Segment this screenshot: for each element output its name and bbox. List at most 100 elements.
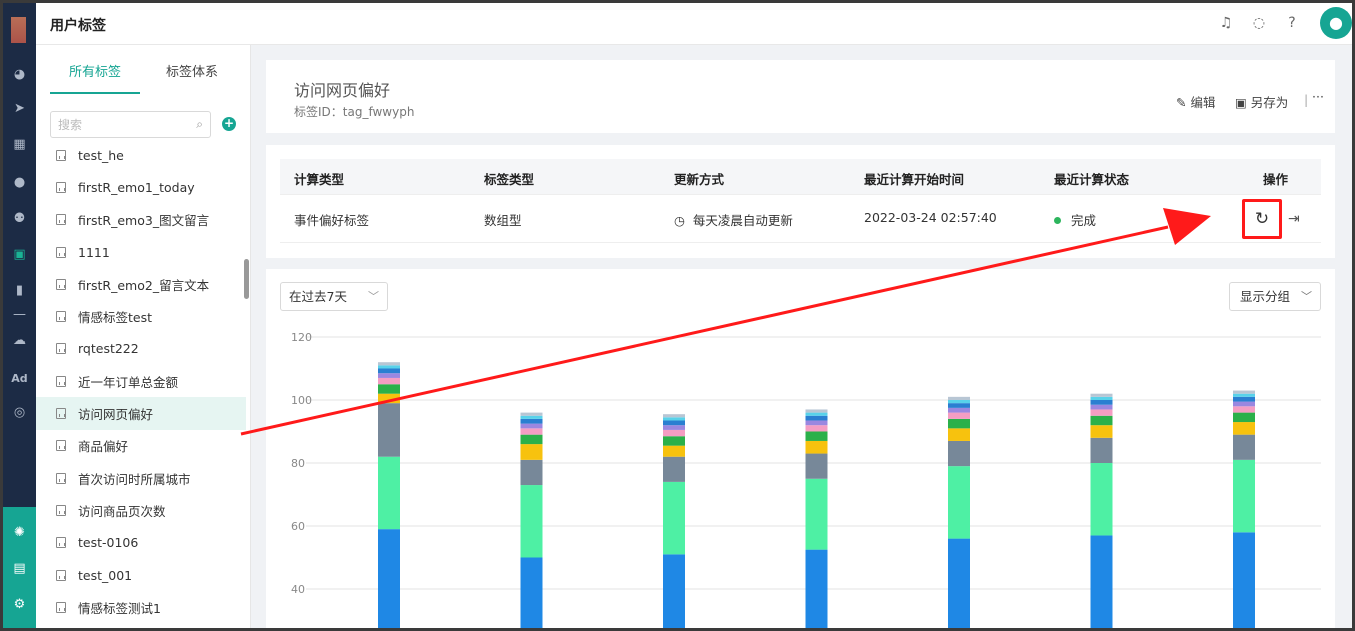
- bar-segment[interactable]: [520, 412, 543, 416]
- layout-icon[interactable]: ▦: [3, 131, 36, 157]
- list-item[interactable]: 情感标签test: [36, 300, 246, 332]
- bar-segment[interactable]: [378, 456, 400, 530]
- bar-segment[interactable]: [1233, 459, 1255, 533]
- bar-segment[interactable]: [520, 557, 543, 629]
- bar-segment[interactable]: [520, 418, 543, 424]
- bar-segment[interactable]: [805, 478, 828, 550]
- export-icon[interactable]: ⇥: [1288, 211, 1300, 227]
- tab-all-tags[interactable]: 所有标签: [69, 61, 121, 80]
- bar-segment[interactable]: [663, 436, 685, 446]
- bar-segment[interactable]: [1233, 422, 1255, 435]
- date-range-select[interactable]: 在过去7天 ﹀: [280, 282, 388, 311]
- scrollbar[interactable]: [244, 259, 249, 299]
- bar-segment[interactable]: [520, 415, 543, 419]
- bar-segment[interactable]: [378, 377, 400, 385]
- list-item[interactable]: firstR_emo3_图文留言: [36, 204, 246, 236]
- bar-segment[interactable]: [1233, 390, 1255, 394]
- bar-segment[interactable]: [1233, 393, 1255, 397]
- bar-segment[interactable]: [948, 403, 970, 408]
- list-item[interactable]: 访问商品页次数: [36, 494, 246, 526]
- bar-segment[interactable]: [520, 459, 543, 486]
- list-item[interactable]: firstR_emo2_留言文本: [36, 268, 246, 300]
- show-group-button[interactable]: 显示分组 ﹀: [1229, 282, 1321, 311]
- save-as-button[interactable]: ▣ 另存为: [1235, 92, 1288, 111]
- list-item[interactable]: 首次访问时所属城市: [36, 462, 246, 494]
- list-item[interactable]: test-0106: [36, 527, 246, 559]
- bar-segment[interactable]: [948, 466, 970, 539]
- bar-segment[interactable]: [805, 453, 828, 479]
- bar-segment[interactable]: [1090, 535, 1113, 628]
- bar-segment[interactable]: [805, 425, 828, 432]
- bar-segment[interactable]: [1090, 425, 1113, 438]
- list-item[interactable]: rqtest222: [36, 333, 246, 365]
- users-icon[interactable]: ⚉: [3, 205, 36, 231]
- bar-segment[interactable]: [1090, 409, 1113, 416]
- bar-segment[interactable]: [663, 420, 685, 426]
- bar-segment[interactable]: [805, 440, 828, 454]
- more-button[interactable]: ···: [1312, 89, 1324, 104]
- bar-segment[interactable]: [948, 440, 970, 467]
- bar-segment[interactable]: [378, 393, 400, 404]
- dashboard-icon[interactable]: ◕: [3, 61, 36, 87]
- list-item[interactable]: 1111: [36, 236, 246, 268]
- bar-segment[interactable]: [1233, 396, 1255, 402]
- bar-segment[interactable]: [378, 403, 400, 457]
- bar-segment[interactable]: [663, 554, 685, 628]
- bar-segment[interactable]: [805, 431, 828, 441]
- bar-segment[interactable]: [378, 373, 400, 378]
- bar-segment[interactable]: [1090, 437, 1113, 463]
- target-icon[interactable]: ◎: [3, 399, 36, 425]
- bar-segment[interactable]: [378, 368, 400, 374]
- bar-segment[interactable]: [805, 549, 828, 628]
- list-item[interactable]: 近一年订单总金额: [36, 365, 246, 397]
- bar-segment[interactable]: [1233, 406, 1255, 413]
- bar-segment[interactable]: [520, 485, 543, 558]
- list-item[interactable]: test_001: [36, 559, 246, 591]
- bar-segment[interactable]: [948, 428, 970, 441]
- bar-segment[interactable]: [663, 425, 685, 430]
- server-icon[interactable]: ▤: [3, 555, 36, 581]
- bar-segment[interactable]: [1233, 532, 1255, 628]
- tab-tag-system[interactable]: 标签体系: [166, 61, 218, 80]
- ad-icon[interactable]: Ad: [3, 365, 36, 391]
- bell-icon[interactable]: ♫: [1217, 14, 1235, 32]
- bar-segment[interactable]: [805, 409, 828, 413]
- bar-segment[interactable]: [1090, 463, 1113, 536]
- list-item[interactable]: test_he: [36, 139, 246, 171]
- bar-segment[interactable]: [805, 415, 828, 421]
- list-item[interactable]: firstR_emo1_today: [36, 171, 246, 203]
- bar-segment[interactable]: [520, 423, 543, 429]
- recalculate-button[interactable]: ↻: [1242, 199, 1282, 239]
- bar-segment[interactable]: [520, 444, 543, 460]
- bar-segment[interactable]: [663, 445, 685, 457]
- bar-segment[interactable]: [948, 538, 970, 628]
- bar-segment[interactable]: [663, 429, 685, 437]
- user-icon[interactable]: ●: [3, 169, 36, 195]
- bar-segment[interactable]: [1233, 412, 1255, 423]
- bar-segment[interactable]: [805, 420, 828, 426]
- search-icon[interactable]: ⌕: [196, 117, 203, 132]
- bar-segment[interactable]: [948, 412, 970, 419]
- avatar[interactable]: ●: [1320, 7, 1352, 39]
- chat-icon[interactable]: ☁: [3, 327, 36, 353]
- bar-segment[interactable]: [948, 396, 970, 400]
- bar-segment[interactable]: [663, 414, 685, 418]
- bar-segment[interactable]: [1090, 400, 1113, 405]
- list-item[interactable]: 情感标签测试1: [36, 591, 246, 623]
- help-icon[interactable]: ?: [1283, 14, 1301, 32]
- bar-segment[interactable]: [948, 407, 970, 413]
- add-tag-button[interactable]: +: [222, 117, 236, 131]
- bar-segment[interactable]: [1090, 393, 1113, 397]
- bar-segment[interactable]: [1090, 396, 1113, 400]
- bar-segment[interactable]: [1090, 404, 1113, 410]
- bar-chart-icon[interactable]: ▮: [3, 277, 36, 303]
- bar-segment[interactable]: [663, 417, 685, 421]
- bar-segment[interactable]: [520, 434, 543, 445]
- network-icon[interactable]: ✺: [3, 519, 36, 545]
- bookmark-icon[interactable]: ▣: [3, 241, 36, 267]
- bar-segment[interactable]: [378, 529, 400, 628]
- bar-segment[interactable]: [378, 384, 400, 394]
- settings-icon[interactable]: ⚙: [3, 591, 36, 617]
- bar-segment[interactable]: [1090, 415, 1113, 426]
- bar-segment[interactable]: [1233, 401, 1255, 407]
